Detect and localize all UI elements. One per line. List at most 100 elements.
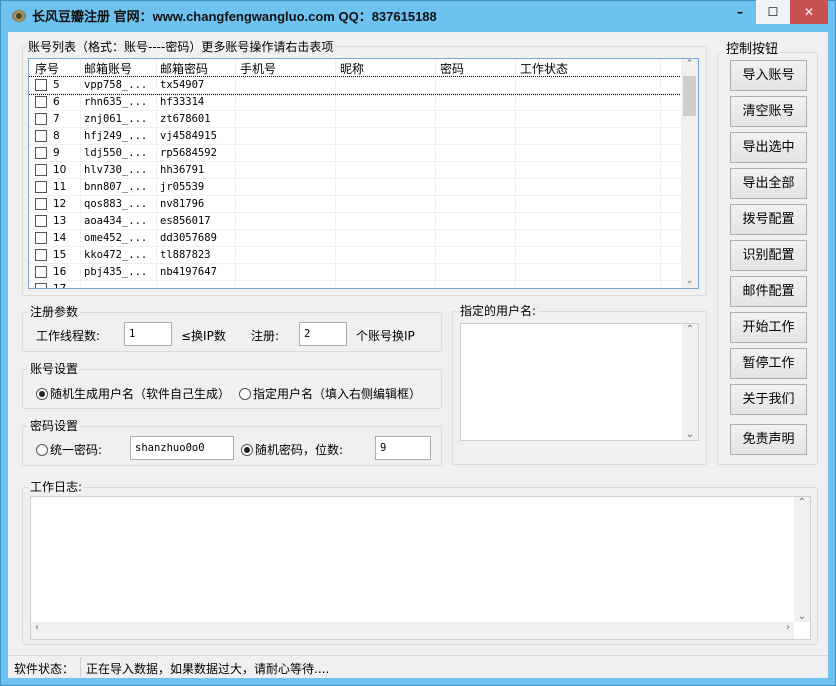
row-checkbox[interactable] xyxy=(35,198,47,210)
row-checkbox[interactable] xyxy=(35,113,47,125)
row-email: kko472_... xyxy=(84,249,148,261)
status-text: 正在导入数据，如果数据过大，请耐心等待.... xyxy=(86,662,330,676)
row-email: pbj435_... xyxy=(84,266,148,278)
table-row[interactable]: 8 hfj249_... vj4584915 xyxy=(29,128,681,145)
password-digits-input[interactable]: 9 xyxy=(375,436,431,460)
row-email: aoa434_... xyxy=(84,215,148,227)
table-row[interactable]: 15 kko472_... tl887823 xyxy=(29,247,681,264)
row-checkbox[interactable] xyxy=(35,249,47,261)
row-number: 14 xyxy=(53,232,67,244)
table-row[interactable]: 5 vpp758_... tx54907 xyxy=(29,76,682,95)
ip-label: ≤换IP数 xyxy=(181,329,226,343)
reg-count-input[interactable]: 2 xyxy=(299,322,347,346)
row-email: qos883_... xyxy=(84,198,148,210)
reg-params-label: 注册参数 xyxy=(28,303,81,320)
control-button[interactable]: 导出选中 xyxy=(730,132,807,163)
threads-label: 工作线程数: xyxy=(36,329,101,343)
col-header[interactable]: 手机号 xyxy=(240,60,276,77)
table-row[interactable]: 6 rhn635_... hf33314 xyxy=(29,94,681,111)
row-number: 11 xyxy=(53,181,67,193)
row-email: vpp758_... xyxy=(84,79,148,91)
control-button[interactable]: 开始工作 xyxy=(730,312,807,343)
row-checkbox[interactable] xyxy=(35,283,47,288)
table-row[interactable]: 10 hlv730_... hh36791 xyxy=(29,162,681,179)
row-number: 8 xyxy=(53,130,60,142)
control-button[interactable]: 清空账号 xyxy=(730,96,807,127)
control-button[interactable]: 拨号配置 xyxy=(730,204,807,235)
app-icon xyxy=(12,10,26,22)
table-row[interactable]: 13 aoa434_... es856017 xyxy=(29,213,681,230)
col-header[interactable]: 邮箱账号 xyxy=(84,60,132,77)
usernames-scrollbar[interactable]: ⌃ ⌄ xyxy=(682,324,698,440)
log-vscrollbar[interactable]: ⌃ ⌄ xyxy=(794,497,810,622)
row-password: rp5684592 xyxy=(160,147,217,159)
control-button[interactable]: 暂停工作 xyxy=(730,348,807,379)
col-header[interactable]: 工作状态 xyxy=(520,60,568,77)
minimize-button[interactable]: – xyxy=(724,0,756,24)
control-button[interactable]: 识别配置 xyxy=(730,240,807,271)
control-button[interactable]: 免责声明 xyxy=(730,424,807,455)
radio-icon xyxy=(239,388,251,400)
row-checkbox[interactable] xyxy=(35,215,47,227)
table-row[interactable]: 16 pbj435_... nb4197647 xyxy=(29,264,681,281)
table-row[interactable]: 17 xyxy=(29,281,681,288)
row-number: 15 xyxy=(53,249,67,261)
radio-random-password[interactable]: 随机密码，位数: xyxy=(241,441,343,458)
radio-icon xyxy=(36,444,48,456)
row-email: hfj249_... xyxy=(84,130,148,142)
row-email: hlv730_... xyxy=(84,164,148,176)
maximize-button[interactable]: ☐ xyxy=(756,0,790,24)
row-checkbox[interactable] xyxy=(35,164,47,176)
row-email: znj061_... xyxy=(84,113,148,125)
row-password: tx54907 xyxy=(160,79,205,91)
log-label: 工作日志: xyxy=(28,478,85,495)
unified-password-input[interactable]: shanzhuo0o0 xyxy=(130,436,234,460)
table-row[interactable]: 12 qos883_... nv81796 xyxy=(29,196,681,213)
password-settings-label: 密码设置 xyxy=(28,417,81,434)
log-hscrollbar[interactable]: ‹ › xyxy=(31,622,794,639)
row-checkbox[interactable] xyxy=(35,232,47,244)
control-button[interactable]: 关于我们 xyxy=(730,384,807,415)
row-number: 7 xyxy=(53,113,60,125)
account-settings-label: 账号设置 xyxy=(28,360,81,377)
table-row[interactable]: 9 ldj550_... rp5684592 xyxy=(29,145,681,162)
row-email: ldj550_... xyxy=(84,147,148,159)
threads-input[interactable]: 1 xyxy=(124,322,172,346)
list-scrollbar[interactable]: ⌃ ⌄ xyxy=(681,59,698,288)
row-checkbox[interactable] xyxy=(35,266,47,278)
col-header[interactable]: 序号 xyxy=(35,60,59,77)
radio-icon xyxy=(241,444,253,456)
row-number: 13 xyxy=(53,215,67,227)
radio-unified-password[interactable]: 统一密码: xyxy=(36,441,102,458)
control-button[interactable]: 邮件配置 xyxy=(730,276,807,307)
row-checkbox[interactable] xyxy=(35,147,47,159)
usernames-textarea[interactable] xyxy=(460,323,699,441)
row-number: 16 xyxy=(53,266,67,278)
table-row[interactable]: 14 ome452_... dd3057689 xyxy=(29,230,681,247)
row-checkbox[interactable] xyxy=(35,79,47,91)
col-header[interactable]: 密码 xyxy=(440,60,464,77)
control-button[interactable]: 导入账号 xyxy=(730,60,807,91)
row-checkbox[interactable] xyxy=(35,181,47,193)
table-row[interactable]: 7 znj061_... zt678601 xyxy=(29,111,681,128)
col-header[interactable]: 昵称 xyxy=(340,60,364,77)
row-checkbox[interactable] xyxy=(35,96,47,108)
log-textarea[interactable] xyxy=(30,496,811,640)
row-number: 10 xyxy=(53,164,67,176)
account-list-label: 账号列表（格式：账号----密码）更多账号操作请右击表项 xyxy=(26,38,336,55)
row-password: tl887823 xyxy=(160,249,211,261)
row-checkbox[interactable] xyxy=(35,130,47,142)
row-email: bnn807_... xyxy=(84,181,148,193)
row-password: jr05539 xyxy=(160,181,205,193)
row-email: ome452_... xyxy=(84,232,148,244)
control-button[interactable]: 导出全部 xyxy=(730,168,807,199)
status-separator xyxy=(80,657,81,677)
table-row[interactable]: 11 bnn807_... jr05539 xyxy=(29,179,681,196)
col-header[interactable]: 邮箱密码 xyxy=(160,60,208,77)
radio-specified-username[interactable]: 指定用户名（填入右侧编辑框） xyxy=(239,385,421,402)
close-button[interactable]: ✕ xyxy=(790,0,828,24)
window-title: 长风豆瓣注册 官网：www.changfengwangluo.com QQ：83… xyxy=(32,9,437,24)
radio-random-username[interactable]: 随机生成用户名（软件自己生成） xyxy=(36,385,230,402)
account-list[interactable]: 序号 邮箱账号 邮箱密码 手机号 昵称 密码 工作状态 5 vpp758_...… xyxy=(28,58,699,289)
row-password: zt678601 xyxy=(160,113,211,125)
